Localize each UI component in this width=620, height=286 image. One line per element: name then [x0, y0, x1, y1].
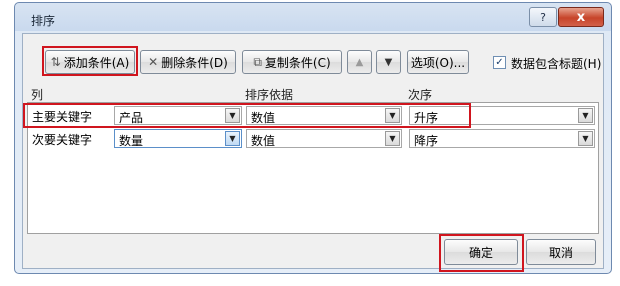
options-button[interactable]: 选项(O)...	[407, 50, 469, 74]
row2-order-select[interactable]: 降序 ▼	[409, 129, 595, 148]
row-label-secondary: 次要关键字	[32, 133, 93, 147]
copy-level-label: 复制条件(C)	[264, 55, 331, 70]
row2-sort-on-value: 数值	[251, 134, 276, 148]
sort-dialog: 排序 ? x ⇅ 添加条件(A) ✕ 删除条件(D) ⧉ 复制条件(C) ▲ ▼…	[14, 2, 612, 274]
chevron-down-icon: ▼	[225, 108, 240, 123]
delete-level-button[interactable]: ✕ 删除条件(D)	[140, 50, 236, 74]
row1-order-select[interactable]: 升序 ▼	[409, 106, 595, 125]
chevron-down-icon: ▼	[385, 131, 400, 146]
header-sort-on: 排序依据	[245, 88, 294, 102]
move-up-button[interactable]: ▲	[347, 50, 372, 74]
dialog-body: ⇅ 添加条件(A) ✕ 删除条件(D) ⧉ 复制条件(C) ▲ ▼ 选项(O).…	[22, 33, 604, 272]
header-column: 列	[31, 88, 44, 102]
dialog-title: 排序	[31, 14, 56, 28]
header-checkbox-label: 数据包含标题(H)	[511, 57, 602, 71]
header-order: 次序	[408, 88, 433, 102]
chevron-down-icon: ▼	[578, 131, 593, 146]
cancel-button[interactable]: 取消	[526, 239, 596, 265]
copy-icon: ⧉	[253, 54, 262, 69]
chevron-down-icon: ▼	[225, 131, 240, 146]
copy-level-button[interactable]: ⧉ 复制条件(C)	[242, 50, 342, 74]
delete-x-icon: ✕	[148, 55, 159, 69]
move-down-button[interactable]: ▼	[376, 50, 401, 74]
row2-order-value: 降序	[414, 134, 439, 148]
row2-column-select[interactable]: 数量 ▼	[114, 129, 242, 148]
row2-column-value: 数量	[119, 134, 144, 148]
header-checkbox[interactable]: ✓	[493, 56, 506, 69]
add-level-button[interactable]: ⇅ 添加条件(A)	[45, 50, 135, 74]
ok-button[interactable]: 确定	[444, 239, 518, 265]
sort-levels-list: 主要关键字 产品 ▼ 数值 ▼ 升序 ▼ 次要关键字 数量 ▼ 数值 ▼ 降序 …	[27, 102, 599, 234]
close-button[interactable]: x	[558, 7, 604, 27]
help-button[interactable]: ?	[529, 7, 557, 27]
row2-sort-on-select[interactable]: 数值 ▼	[246, 129, 402, 148]
row-label-primary: 主要关键字	[32, 110, 93, 124]
chevron-down-icon: ▼	[578, 108, 593, 123]
row1-order-value: 升序	[414, 111, 439, 125]
row1-sort-on-select[interactable]: 数值 ▼	[246, 106, 402, 125]
delete-level-label: 删除条件(D)	[161, 55, 228, 70]
row1-sort-on-value: 数值	[251, 111, 276, 125]
row1-column-value: 产品	[119, 111, 144, 125]
add-level-label: 添加条件(A)	[63, 55, 130, 70]
chevron-down-icon: ▼	[385, 108, 400, 123]
add-level-icon: ⇅	[50, 55, 61, 69]
row1-column-select[interactable]: 产品 ▼	[114, 106, 242, 125]
